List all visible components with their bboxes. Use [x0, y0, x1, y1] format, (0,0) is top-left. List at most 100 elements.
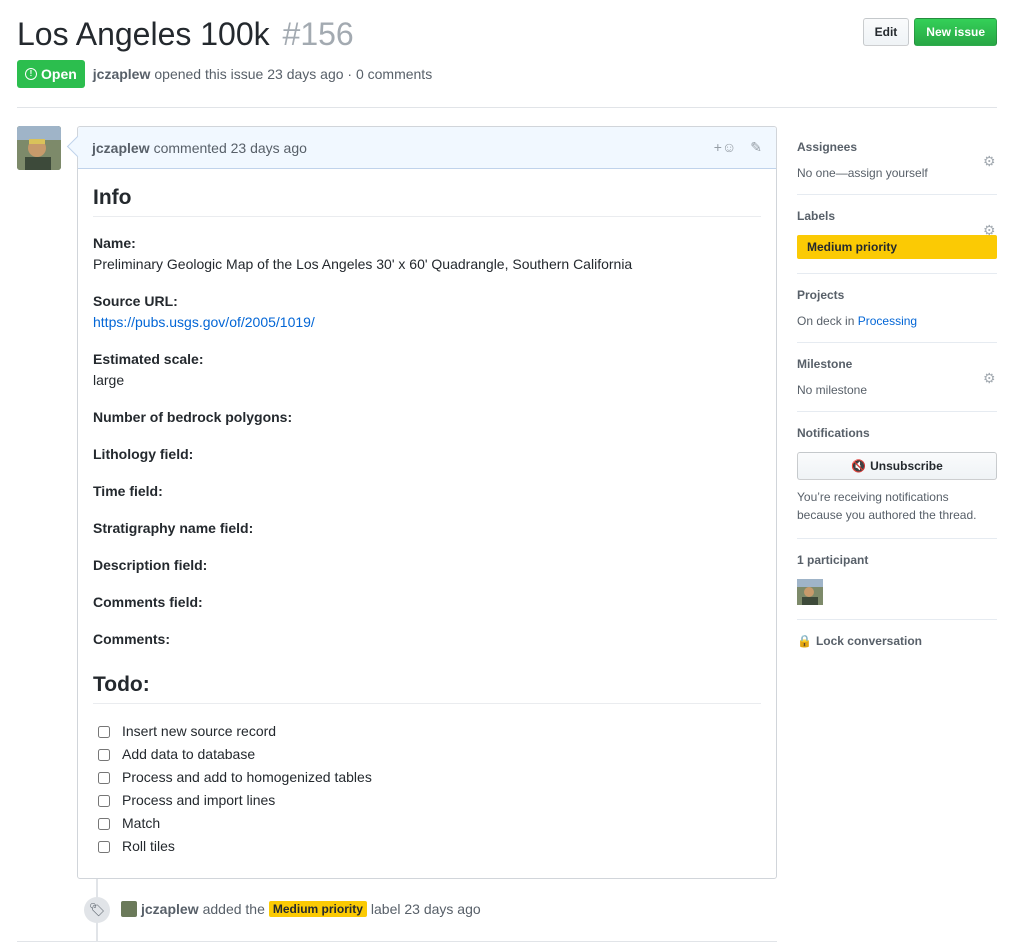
- field-label: Source URL:: [93, 293, 178, 309]
- timeline-event: 🏷 jczaplew added the Medium priority lab…: [77, 879, 777, 941]
- label-badge[interactable]: Medium priority: [797, 235, 997, 259]
- issue-header: Los Angeles 100k #156 Edit New issue: [17, 14, 997, 54]
- pencil-icon[interactable]: ✎: [750, 139, 762, 156]
- list-item: Roll tiles: [93, 835, 761, 858]
- gear-icon[interactable]: ⚙: [983, 371, 997, 385]
- field-comments-field: Comments field:: [93, 592, 761, 613]
- issue-opened-text: opened this issue 23 days ago · 0 commen…: [154, 66, 433, 82]
- sidebar-milestone: Milestone ⚙ No milestone: [797, 357, 997, 412]
- sidebar-title: Assignees: [797, 140, 858, 154]
- todo-label: Insert new source record: [122, 723, 277, 739]
- new-issue-button[interactable]: New issue: [914, 18, 997, 46]
- sidebar-title: Labels: [797, 209, 836, 223]
- todo-checkbox[interactable]: [98, 817, 110, 830]
- sidebar: Assignees ⚙ No one—assign yourself Label…: [797, 126, 997, 648]
- field-source-url: Source URL: https://pubs.usgs.gov/of/200…: [93, 291, 761, 333]
- gear-icon[interactable]: ⚙: [983, 154, 997, 168]
- todo-heading: Todo:: [93, 674, 761, 704]
- event-author-link[interactable]: jczaplew: [141, 901, 199, 917]
- sidebar-labels: Labels ⚙ Medium priority: [797, 209, 997, 274]
- assignees-text[interactable]: No one—assign yourself: [797, 166, 997, 180]
- field-bedrock-polygons: Number of bedrock polygons:: [93, 407, 761, 428]
- projects-text: On deck in Processing: [797, 314, 997, 328]
- field-stratigraphy-name: Stratigraphy name field:: [93, 518, 761, 539]
- edit-button[interactable]: Edit: [862, 18, 910, 46]
- todo-checkbox[interactable]: [98, 748, 110, 761]
- status-label: Open: [41, 66, 77, 82]
- add-reaction-icon[interactable]: +☺: [714, 139, 736, 156]
- field-description: Description field:: [93, 555, 761, 576]
- list-item: Insert new source record: [93, 720, 761, 743]
- lock-label: Lock conversation: [815, 634, 922, 648]
- sidebar-projects: Projects On deck in Processing: [797, 288, 997, 343]
- info-heading: Info: [93, 187, 761, 217]
- field-value: Preliminary Geologic Map of the Los Ange…: [93, 256, 633, 272]
- issue-comment: jczaplew commented 23 days ago +☺ ✎ Info…: [77, 126, 777, 879]
- issue-number: #156: [282, 16, 354, 52]
- todo-checkbox[interactable]: [98, 840, 110, 853]
- sidebar-title: Notifications: [797, 426, 870, 440]
- field-name: Name: Preliminary Geologic Map of the Lo…: [93, 233, 761, 275]
- header-divider: [17, 107, 997, 108]
- timeline-divider: [17, 941, 777, 942]
- field-label: Stratigraphy name field:: [93, 520, 254, 536]
- todo-label: Roll tiles: [122, 838, 175, 854]
- tag-icon: 🏷: [84, 897, 110, 923]
- comment-time[interactable]: commented 23 days ago: [154, 140, 307, 156]
- field-value: large: [93, 372, 125, 388]
- unsubscribe-button[interactable]: 🔇 Unsubscribe: [797, 452, 997, 480]
- avatar[interactable]: [17, 126, 61, 170]
- event-pre: added the: [202, 901, 265, 917]
- comment-body: Info Name: Preliminary Geologic Map of t…: [78, 169, 776, 872]
- lock-conversation-link[interactable]: 🔒 Lock conversation: [797, 634, 997, 648]
- comment-author-link[interactable]: jczaplew: [92, 140, 150, 156]
- event-post: label 23 days ago: [370, 901, 481, 917]
- unsubscribe-label: Unsubscribe: [870, 459, 943, 473]
- todo-checkbox[interactable]: [98, 794, 110, 807]
- field-label: Number of bedrock polygons:: [93, 409, 293, 425]
- list-item: Add data to database: [93, 743, 761, 766]
- field-label: Comments:: [93, 631, 171, 647]
- todo-label: Process and import lines: [122, 792, 276, 808]
- header-actions: Edit New issue: [862, 18, 997, 46]
- sidebar-title: 1 participant: [797, 553, 869, 567]
- field-lithology: Lithology field:: [93, 444, 761, 465]
- issue-opened-icon: !: [25, 68, 37, 80]
- field-estimated-scale: Estimated scale: large: [93, 349, 761, 391]
- sidebar-assignees: Assignees ⚙ No one—assign yourself: [797, 140, 997, 195]
- issue-title: Los Angeles 100k #156: [17, 14, 997, 54]
- todo-label: Process and add to homogenized tables: [122, 769, 372, 785]
- status-badge: ! Open: [17, 60, 85, 88]
- sidebar-notifications: Notifications 🔇 Unsubscribe You’re receiv…: [797, 426, 997, 539]
- avatar[interactable]: [121, 901, 137, 917]
- list-item: Match: [93, 812, 761, 835]
- todo-label: Match: [122, 815, 161, 831]
- issue-title-text: Los Angeles 100k: [17, 16, 270, 52]
- field-label: Description field:: [93, 557, 208, 573]
- lock-icon: 🔒: [797, 634, 812, 648]
- label-badge[interactable]: Medium priority: [268, 901, 367, 917]
- mute-icon: 🔇: [851, 459, 867, 473]
- source-url-link[interactable]: https://pubs.usgs.gov/of/2005/1019/: [93, 314, 315, 330]
- todo-checkbox[interactable]: [98, 771, 110, 784]
- projects-pre: On deck in: [797, 314, 855, 328]
- field-comments: Comments:: [93, 629, 761, 650]
- projects-link[interactable]: Processing: [858, 314, 917, 328]
- gear-icon[interactable]: ⚙: [983, 223, 997, 237]
- notifications-note: You’re receiving notifications because y…: [797, 490, 977, 522]
- todo-checkbox[interactable]: [98, 725, 110, 738]
- field-label: Estimated scale:: [93, 351, 204, 367]
- event-text: jczaplew added the Medium priority label…: [121, 901, 481, 917]
- sidebar-title: Projects: [797, 288, 845, 302]
- avatar[interactable]: [797, 579, 823, 605]
- field-label: Lithology field:: [93, 446, 194, 462]
- sidebar-title: Milestone: [797, 357, 853, 371]
- comment-actions: +☺ ✎: [714, 139, 762, 156]
- field-label: Comments field:: [93, 594, 203, 610]
- field-label: Name:: [93, 235, 136, 251]
- list-item: Process and add to homogenized tables: [93, 766, 761, 789]
- issue-author-link[interactable]: jczaplew: [93, 66, 151, 82]
- field-label: Time field:: [93, 483, 163, 499]
- todo-list: Insert new source record Add data to dat…: [93, 720, 761, 858]
- list-item: Process and import lines: [93, 789, 761, 812]
